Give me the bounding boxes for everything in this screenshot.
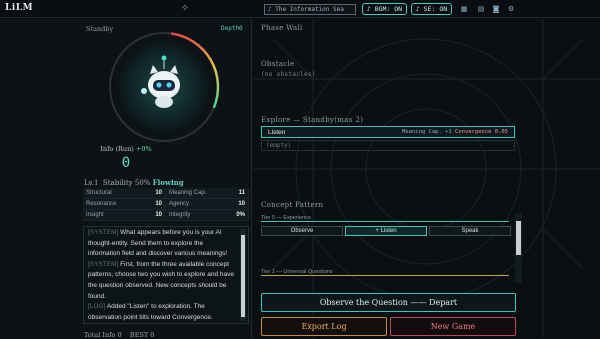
log-scroll-thumb[interactable]	[241, 235, 245, 317]
top-bar: LiLM ✧ ♪ The Information Sea ♪ BGM: ON ♪…	[0, 0, 600, 18]
tier0-divider	[261, 221, 509, 222]
obstacle-label: Obstacle	[261, 60, 295, 68]
grid-icon[interactable]: ▦	[459, 4, 469, 14]
message-log[interactable]: [SYSTEM] What appears before you is your…	[83, 226, 249, 324]
book-icon[interactable]: ▤	[476, 4, 486, 14]
explore-slot-2[interactable]: (empty)	[261, 140, 515, 151]
save-icon[interactable]: ◙	[491, 4, 501, 14]
export-log-button[interactable]: Export Log	[261, 317, 387, 336]
obstacle-value: (no obstacles)	[261, 71, 316, 78]
concept-scroll-thumb[interactable]	[516, 221, 521, 255]
log-scrollbar[interactable]	[240, 229, 246, 321]
listen-button[interactable]: + Listen	[345, 226, 427, 236]
info-value: 0	[121, 155, 131, 171]
stat-structural: Structural 10	[83, 188, 166, 198]
se-toggle[interactable]: ♪ SE: ON	[411, 3, 452, 15]
level-line: Lv.1 Stability 50% Flowing	[84, 178, 184, 187]
explore-item-name: Listen	[268, 129, 286, 136]
info-pct: +0%	[135, 145, 152, 153]
concept-scrollbar[interactable]	[515, 213, 522, 283]
track-select[interactable]: ♪ The Information Sea	[264, 4, 356, 15]
explore-item-meta: Meaning Cap. +1 Convergence 0.05	[402, 129, 508, 135]
concept-pattern-label: Concept Pattern	[261, 201, 324, 209]
explore-label: Explore — Standby(max 2)	[261, 116, 364, 124]
stats-row: Insight 10 Integrity 0%	[83, 210, 249, 221]
log-text: [SYSTEM] What appears before you is your…	[88, 229, 234, 321]
new-game-button[interactable]: New Game	[390, 317, 516, 336]
stat-integrity: Integrity 0%	[166, 210, 249, 220]
stats-row: Resonance 10 Agency 10	[83, 199, 249, 210]
stat-agency: Agency 10	[166, 199, 249, 209]
tier1-divider	[261, 275, 509, 276]
stat-meaning-cap: Meaning Cap. 11	[166, 188, 249, 198]
observe-button[interactable]: Observe	[261, 226, 343, 236]
gear-icon[interactable]: ⚙	[506, 4, 516, 14]
stat-insight: Insight 10	[83, 210, 166, 220]
app-title: LiLM	[5, 3, 34, 13]
stats-row: Structural 10 Meaning Cap. 11	[83, 188, 249, 199]
entity-gauge	[109, 32, 220, 142]
exploration-panel: Phase Wall Obstacle (no obstacles) Explo…	[253, 19, 600, 338]
info-label: Info (Run) +0%	[100, 145, 152, 153]
stats-table: Structural 10 Meaning Cap. 11 Resonance 10 …	[83, 188, 249, 221]
explore-slot-1[interactable]: Listen Meaning Cap. +1 Convergence 0.05	[261, 126, 515, 138]
phase-wall-label: Phase Wall	[261, 24, 303, 32]
depart-button[interactable]: Observe the Question —— Depart	[261, 293, 516, 312]
depth-label: Depth0	[221, 25, 243, 32]
circuit-background	[253, 19, 600, 338]
stat-resonance: Resonance 10	[83, 199, 166, 209]
emblem-icon: ✧	[180, 3, 190, 14]
bgm-toggle[interactable]: ♪ BGM: ON	[362, 3, 407, 15]
speak-button[interactable]: Speak	[429, 226, 511, 236]
